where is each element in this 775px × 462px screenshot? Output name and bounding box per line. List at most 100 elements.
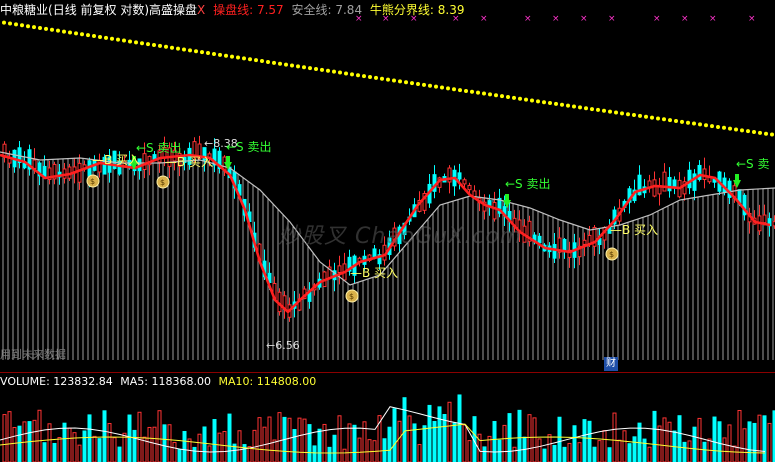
volume-bar xyxy=(587,420,592,462)
bull-bear-dot xyxy=(188,48,192,53)
volume-bar xyxy=(492,421,497,462)
volume-bar xyxy=(257,417,262,462)
bull-bear-dot xyxy=(560,102,564,107)
volume-bar xyxy=(112,437,117,462)
candle-body xyxy=(672,179,677,187)
volume-bar xyxy=(702,441,707,462)
volume-bar xyxy=(712,416,717,462)
bull-bear-dot xyxy=(110,36,114,41)
volume-bar xyxy=(592,446,597,462)
bull-bear-dot xyxy=(92,34,96,39)
volume-bar xyxy=(407,415,412,462)
volume-bar xyxy=(182,431,187,462)
volume-value: 123832.84 xyxy=(53,375,113,388)
volume-bar xyxy=(677,415,682,462)
volume-bar xyxy=(287,417,292,462)
volume-bar xyxy=(647,446,652,462)
bull-bear-dot xyxy=(752,130,756,135)
volume-bar xyxy=(12,427,17,462)
volume-bar xyxy=(102,410,107,462)
bull-bear-dot xyxy=(524,97,528,102)
bull-bear-dot xyxy=(146,42,150,47)
volume-bar xyxy=(632,436,637,462)
volume-bar xyxy=(327,446,332,462)
sell-arrow-icon xyxy=(505,194,509,200)
bull-bear-dot xyxy=(248,57,252,62)
bull-bear-dot xyxy=(578,105,582,110)
volume-header: VOLUME: 123832.84 MA5: 118368.00 MA10: 1… xyxy=(0,374,316,390)
bull-bear-dot xyxy=(512,95,516,100)
bull-bear-dot xyxy=(734,127,738,132)
bull-bear-dot xyxy=(218,52,222,57)
volume-bar xyxy=(87,414,92,462)
candle-body xyxy=(457,172,462,180)
bull-bear-dot xyxy=(572,104,576,109)
volume-bar xyxy=(687,440,692,462)
bull-bear-dot xyxy=(278,61,282,66)
volume-bar xyxy=(297,417,302,462)
bull-bear-dot xyxy=(434,84,438,89)
candle-body xyxy=(562,239,567,252)
bull-bear-dot xyxy=(716,124,720,129)
candle-body xyxy=(467,184,472,191)
volume-bar xyxy=(517,409,522,462)
bull-bear-dot xyxy=(494,93,498,98)
bull-bear-dot xyxy=(380,76,384,81)
bull-bear-dot xyxy=(650,115,654,120)
bull-bear-dot xyxy=(224,53,228,58)
bull-bear-dot xyxy=(182,47,186,52)
volume-bar xyxy=(447,401,452,462)
volume-bar xyxy=(57,437,62,462)
bull-bear-dot xyxy=(506,95,510,100)
volume-bar xyxy=(357,437,362,462)
volume-bar xyxy=(52,442,57,462)
finance-badge[interactable]: 财 xyxy=(604,357,618,371)
bull-bear-dot xyxy=(140,41,144,46)
sell-arrow-icon xyxy=(735,174,739,180)
bull-bear-dot xyxy=(530,98,534,103)
volume-bar xyxy=(157,410,162,462)
volume-bar xyxy=(197,433,202,462)
bull-bear-dot xyxy=(674,119,678,124)
bull-bear-dot xyxy=(704,123,708,128)
bull-bear-dot xyxy=(38,25,42,30)
candle-body xyxy=(77,162,82,183)
volume-bar xyxy=(317,428,322,462)
volume-bar xyxy=(337,415,342,462)
volume-bar xyxy=(77,444,82,462)
top-x-marker: × xyxy=(524,14,532,24)
candle-body xyxy=(462,179,467,185)
volume-bar xyxy=(467,440,472,462)
bull-bear-dot xyxy=(392,78,396,83)
candle-body xyxy=(537,235,542,244)
volume-bar xyxy=(127,414,132,462)
bull-bear-dot xyxy=(536,99,540,104)
volume-bar xyxy=(737,409,742,462)
volume-bar xyxy=(422,425,427,462)
bull-bear-dot xyxy=(656,116,660,121)
volume-bar xyxy=(312,445,317,462)
volume-bar xyxy=(217,432,222,462)
bull-bear-dot xyxy=(14,22,18,27)
volume-bar xyxy=(667,421,672,462)
volume-bar xyxy=(172,441,177,462)
bull-bear-dot xyxy=(116,37,120,42)
volume-bar xyxy=(617,439,622,462)
bull-bear-dot xyxy=(212,51,216,56)
volume-bar xyxy=(227,413,232,462)
bull-bear-dot xyxy=(458,88,462,93)
bull-bear-dot xyxy=(80,32,84,37)
volume-bar xyxy=(192,446,197,462)
bull-bear-dot xyxy=(452,87,456,92)
bull-bear-dot xyxy=(590,107,594,112)
money-bag-icon: $ xyxy=(90,177,95,186)
bull-bear-dot xyxy=(32,25,36,30)
volume-bar xyxy=(107,423,112,462)
bull-bear-dot xyxy=(680,119,684,124)
volume-bar xyxy=(607,447,612,462)
candle-body xyxy=(667,176,672,192)
close-indicator-icon[interactable]: X xyxy=(197,3,205,17)
sell-arrow-icon xyxy=(226,156,230,162)
volume-bar xyxy=(757,414,762,462)
volume-bar xyxy=(722,437,727,462)
